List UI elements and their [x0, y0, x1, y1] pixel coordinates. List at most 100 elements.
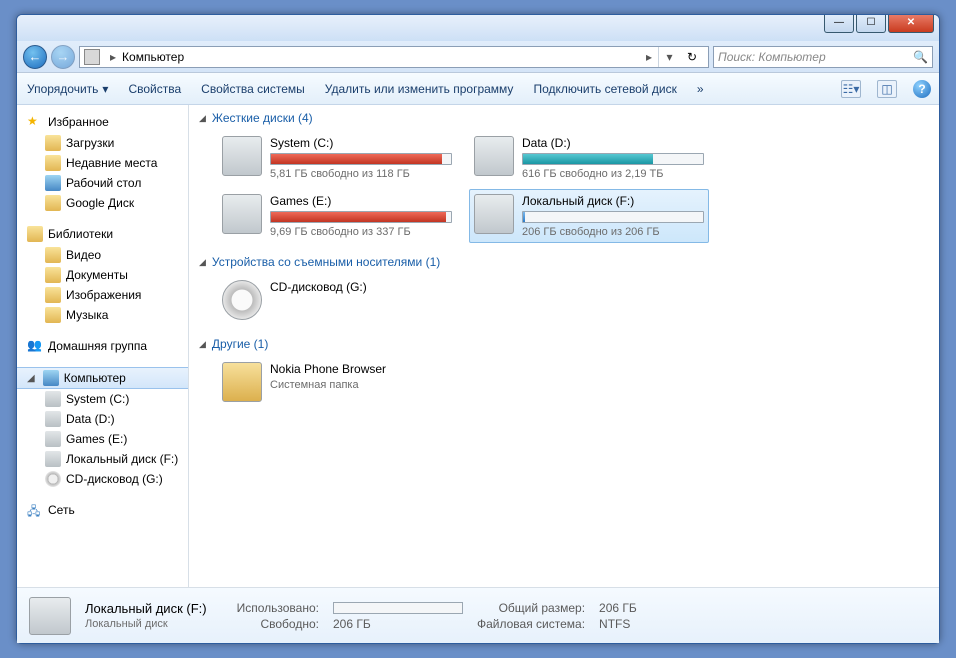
forward-button[interactable]: →: [51, 45, 75, 69]
breadcrumb-arrow[interactable]: ▸: [640, 50, 658, 64]
fs-label: Файловая система:: [477, 617, 585, 631]
star-icon: ★: [27, 114, 43, 130]
drive-stat: 616 ГБ свободно из 2,19 ТБ: [522, 168, 704, 180]
used-label: Использовано:: [237, 601, 319, 615]
section-other[interactable]: ◢Другие (1): [199, 337, 929, 351]
drive-icon: [222, 136, 262, 176]
refresh-button[interactable]: ↻: [680, 50, 704, 64]
computer-icon: [43, 370, 59, 386]
address-field[interactable]: ▸ Компьютер ▸ ▾ ↻: [79, 46, 709, 68]
homegroup[interactable]: 👥Домашняя группа: [17, 335, 188, 357]
drive-stat: 206 ГБ свободно из 206 ГБ: [522, 226, 704, 238]
usage-bar: [333, 602, 463, 614]
nav-drive-c[interactable]: System (C:): [17, 389, 188, 409]
nav-computer[interactable]: ◢Компьютер: [17, 367, 188, 389]
drive-icon: [45, 391, 61, 407]
nav-music[interactable]: Музыка: [17, 305, 188, 325]
details-pane: Локальный диск (F:) Локальный диск Испол…: [17, 587, 939, 643]
properties-button[interactable]: Свойства: [126, 78, 183, 100]
breadcrumb-arrow: ▸: [104, 50, 122, 64]
nokia-phone-browser[interactable]: Nokia Phone Browser Системная папка: [217, 357, 457, 407]
homegroup-icon: 👥: [27, 338, 43, 354]
nav-downloads[interactable]: Загрузки: [17, 133, 188, 153]
collapse-icon: ◢: [199, 113, 206, 124]
music-icon: [45, 307, 61, 323]
section-hard-disks[interactable]: ◢Жесткие диски (4): [199, 111, 929, 125]
system-properties-button[interactable]: Свойства системы: [199, 78, 307, 100]
address-bar: ← → ▸ Компьютер ▸ ▾ ↻ Поиск: Компьютер 🔍: [17, 41, 939, 73]
total-value: 206 ГБ: [599, 601, 637, 615]
usage-bar: [522, 153, 704, 165]
video-icon: [45, 247, 61, 263]
organize-button[interactable]: Упорядочить ▾: [25, 78, 110, 100]
computer-icon: [84, 49, 100, 65]
nav-pictures[interactable]: Изображения: [17, 285, 188, 305]
folder-icon: [45, 135, 61, 151]
nav-drive-f[interactable]: Локальный диск (F:): [17, 449, 188, 469]
usage-bar: [270, 211, 452, 223]
usage-bar: [522, 211, 704, 223]
drive-icon: [474, 194, 514, 234]
libraries-icon: [27, 226, 43, 242]
picture-icon: [45, 287, 61, 303]
toolbar-overflow[interactable]: »: [695, 78, 706, 100]
folder-icon: [45, 155, 61, 171]
usage-bar: [270, 153, 452, 165]
network-group[interactable]: 🖧Сеть: [17, 499, 188, 521]
drive-icon: [45, 411, 61, 427]
section-removable[interactable]: ◢Устройства со съемными носителями (1): [199, 255, 929, 269]
search-input[interactable]: Поиск: Компьютер 🔍: [713, 46, 933, 68]
map-drive-button[interactable]: Подключить сетевой диск: [531, 78, 678, 100]
libraries-group[interactable]: Библиотеки: [17, 223, 188, 245]
nav-videos[interactable]: Видео: [17, 245, 188, 265]
fs-value: NTFS: [599, 617, 637, 631]
breadcrumb-location[interactable]: Компьютер: [122, 50, 640, 64]
drive-label: Games (E:): [270, 194, 452, 208]
details-type: Локальный диск: [85, 618, 207, 630]
drive-g[interactable]: CD-дисковод (G:): [217, 275, 457, 325]
maximize-button[interactable]: ☐: [856, 15, 886, 33]
drive-stat: 5,81 ГБ свободно из 118 ГБ: [270, 168, 452, 180]
search-icon: 🔍: [913, 50, 928, 64]
content-area: ◢Жесткие диски (4) System (C:) 5,81 ГБ с…: [189, 105, 939, 587]
document-icon: [45, 267, 61, 283]
help-button[interactable]: ?: [913, 80, 931, 98]
drive-stat: 9,69 ГБ свободно из 337 ГБ: [270, 226, 452, 238]
favorites-group[interactable]: ★Избранное: [17, 111, 188, 133]
navigation-pane: ★Избранное Загрузки Недавние места Рабоч…: [17, 105, 189, 587]
item-subtitle: Системная папка: [270, 379, 452, 391]
nav-drive-d[interactable]: Data (D:): [17, 409, 188, 429]
drive-icon: [45, 451, 61, 467]
titlebar: — ☐ ✕: [17, 15, 939, 41]
folder-icon: [222, 362, 262, 402]
free-label: Свободно:: [237, 617, 319, 631]
drive-icon: [45, 431, 61, 447]
collapse-icon: ◢: [199, 339, 206, 350]
minimize-button[interactable]: —: [824, 15, 854, 33]
nav-documents[interactable]: Документы: [17, 265, 188, 285]
drive-icon: [222, 194, 262, 234]
uninstall-button[interactable]: Удалить или изменить программу: [323, 78, 516, 100]
drive-icon: [29, 597, 71, 635]
network-icon: 🖧: [27, 502, 43, 518]
drive-c[interactable]: System (C:) 5,81 ГБ свободно из 118 ГБ: [217, 131, 457, 185]
view-options-button[interactable]: ☷▾: [841, 80, 861, 98]
nav-google-drive[interactable]: Google Диск: [17, 193, 188, 213]
drive-d[interactable]: Data (D:) 616 ГБ свободно из 2,19 ТБ: [469, 131, 709, 185]
nav-recent[interactable]: Недавние места: [17, 153, 188, 173]
drive-label: System (C:): [270, 136, 452, 150]
nav-drive-e[interactable]: Games (E:): [17, 429, 188, 449]
nav-drive-g[interactable]: CD-дисковод (G:): [17, 469, 188, 489]
close-button[interactable]: ✕: [888, 15, 934, 33]
drive-e[interactable]: Games (E:) 9,69 ГБ свободно из 337 ГБ: [217, 189, 457, 243]
explorer-window: — ☐ ✕ ← → ▸ Компьютер ▸ ▾ ↻ Поиск: Компь…: [16, 14, 940, 644]
toolbar: Упорядочить ▾ Свойства Свойства системы …: [17, 73, 939, 105]
total-label: Общий размер:: [477, 601, 585, 615]
address-dropdown[interactable]: ▾: [658, 47, 680, 67]
back-button[interactable]: ←: [23, 45, 47, 69]
search-placeholder: Поиск: Компьютер: [718, 50, 826, 64]
drive-icon: [474, 136, 514, 176]
preview-pane-button[interactable]: ◫: [877, 80, 897, 98]
drive-f[interactable]: Локальный диск (F:) 206 ГБ свободно из 2…: [469, 189, 709, 243]
nav-desktop[interactable]: Рабочий стол: [17, 173, 188, 193]
